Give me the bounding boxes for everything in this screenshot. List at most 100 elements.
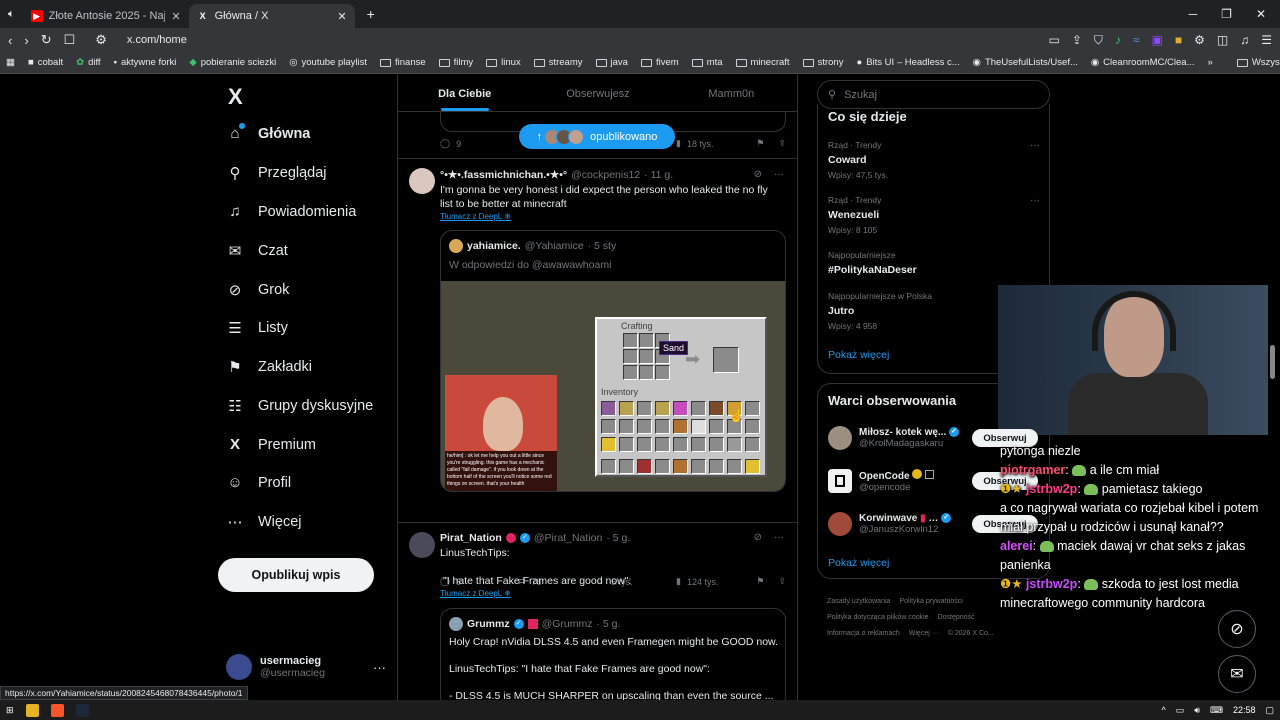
show-more-trends-link[interactable]: Pokaż więcej [828,349,889,361]
author-handle[interactable]: @cockpenis12 [571,169,640,181]
extension-twitch-icon[interactable]: ▣ [1152,33,1163,48]
new-posts-pill[interactable]: ↑ opublikowano [519,124,675,149]
more-icon[interactable]: ··· [774,169,784,180]
forward-icon[interactable]: › [24,33,28,48]
account-switcher[interactable]: usermacieg @usermacieg ··· [226,654,386,680]
bookmark-item[interactable]: ◆ pobieranie sciezki [189,57,276,68]
bookmark-folder[interactable]: streamy [533,57,583,68]
notifications-icon[interactable]: ▢ [1265,705,1274,716]
trend-item[interactable]: Najpopularniejsze #PolitykaNaDeser [828,250,1040,276]
footer-link[interactable]: Polityka dotycząca plików cookie [827,614,929,621]
tab-zlote-antosie[interactable]: ▶ Złote Antosie 2025 - Największy Ple...… [23,4,189,28]
nav-item-bookmarks[interactable]: ⚑ Zakładki [226,358,312,376]
author-handle[interactable]: @Pirat_Nation [534,532,602,544]
footer-link[interactable]: Polityka prywatności [899,598,962,605]
cast-icon[interactable]: ▭ [1049,33,1060,48]
bookmark-item[interactable]: ▪ aktywne forki [114,57,177,68]
more-icon[interactable]: ··· [774,532,784,543]
trend-item[interactable]: Rząd · Trendy Wenezueli Wpisy: 8 105 ··· [828,195,1040,235]
share-icon[interactable]: ⇪ [778,138,786,149]
close-tab-icon[interactable]: ✕ [337,10,346,23]
author-name[interactable]: °•★•.fassmichnichan.•★•° [440,169,567,181]
nav-item-home[interactable]: ⌂ Główna [226,123,310,142]
bookmark-item[interactable]: ✿ diff [76,57,100,68]
tab-following[interactable]: Obserwujesz [531,74,664,111]
extension-music-icon[interactable]: ♪ [1115,33,1121,48]
footer-link[interactable]: Informacja o reklamach [827,630,900,637]
back-icon[interactable]: ‹ [8,33,12,48]
bookmark-folder[interactable]: mta [691,57,723,68]
sidebar-toggle-icon[interactable]: ◫ [1217,33,1228,48]
network-icon[interactable]: ▭ [1176,705,1185,716]
nav-item-more[interactable]: ⋯ Więcej [226,513,302,531]
clock[interactable]: 22:58 [1233,705,1256,715]
bookmark-item[interactable]: ● Bits UI – Headless c... [856,57,959,68]
translate-link[interactable]: Tłumacz z DeepL ❄ [440,212,511,221]
avatar[interactable] [409,532,435,558]
scrollbar-thumb[interactable] [1270,345,1275,379]
bookmark-item[interactable]: ■ cobalt [28,57,63,68]
restore-icon[interactable]: ❐ [1221,7,1232,21]
reload-icon[interactable]: ↻ [41,32,52,48]
bookmark-folder[interactable]: filmy [438,57,473,68]
extension-yellow-icon[interactable]: ■ [1175,33,1182,48]
nav-item-lists[interactable]: ☰ Listy [226,319,288,337]
all-bookmarks-button[interactable]: Wszystkie zakładki [1236,57,1280,68]
show-more-suggestions-link[interactable]: Pokaż więcej [828,557,889,569]
x-logo-icon[interactable]: X [228,84,243,110]
bookmark-item[interactable]: ◉ CleanroomMC/Clea... [1091,57,1195,68]
bookmark-folder[interactable]: fivem [640,57,679,68]
tab-audio-icon[interactable]: 🔈︎ [0,8,23,21]
menu-icon[interactable]: ☰ [1261,33,1272,48]
post-time[interactable]: · 5 g. [606,532,630,544]
grok-icon[interactable]: ⊘ [754,169,762,180]
close-tab-icon[interactable]: ✕ [171,10,180,23]
nav-item-grok[interactable]: ⊘ Grok [226,281,290,299]
post[interactable]: Pirat_Nation ✓ @Pirat_Nation · 5 g. ⊘ ···… [398,522,797,700]
steam-icon[interactable] [75,703,89,717]
quoted-post[interactable]: Grummz ✓ @Grummz · 5 g. Holy Crap! nVidi… [440,608,786,700]
bookmark-page-icon[interactable]: ☐ [64,32,76,48]
bookmark-item[interactable]: ◎ youtube playlist [289,57,367,68]
brave-browser-icon[interactable] [50,703,64,717]
extensions-icon[interactable]: ⚙ [1194,33,1205,48]
bookmark-icon[interactable]: ⚑ [756,138,764,149]
views-button[interactable]: ▮ 18 tys. [676,138,754,149]
site-info-icon[interactable]: ⚙︎ [95,32,107,48]
tab-glowna-x[interactable]: X Główna / X ✕ [188,4,355,28]
nav-item-notifications[interactable]: ♫ Powiadomienia [226,203,356,220]
minimize-icon[interactable]: ─ [1189,7,1198,21]
bookmark-folder[interactable]: linux [486,57,521,68]
trend-item[interactable]: Rząd · Trendy Coward Wpisy: 47,5 tys. ··… [828,140,1040,180]
url-field[interactable]: x.com/home [127,34,187,46]
windows-start-icon[interactable]: ⊞ [6,705,14,716]
search-box[interactable]: ⚲ Szukaj [817,80,1050,109]
footer-link[interactable]: Więcej ··· [909,630,939,637]
extension-wave-icon[interactable]: ≈ [1133,33,1140,48]
shield-icon[interactable]: ⛉ [1094,33,1103,48]
close-window-icon[interactable]: ✕ [1256,7,1266,21]
bookmark-folder[interactable]: strony [802,57,843,68]
author-name[interactable]: Pirat_Nation [440,532,502,544]
bookmark-item[interactable]: ◉ TheUsefulLists/Usef... [973,57,1078,68]
tab-mamm0n[interactable]: Mamm0n [665,74,797,111]
tab-for-you[interactable]: Dla Ciebie [398,74,531,111]
translate-link[interactable]: Tłumacz z DeepL ❄ [440,589,511,598]
nav-item-explore[interactable]: ⚲ Przeglądaj [226,164,327,182]
avatar[interactable] [409,168,435,194]
new-tab-button[interactable]: + [355,6,387,22]
share-icon[interactable]: ⇪ [1072,33,1082,48]
more-icon[interactable]: ··· [1030,140,1040,151]
post-time[interactable]: · 11 g. [644,169,673,181]
bookmarks-overflow-icon[interactable]: » [1208,57,1213,68]
footer-link[interactable]: Dostępność [938,614,975,621]
messages-fab-button[interactable]: ✉ [1218,655,1256,693]
quoted-post[interactable]: yahiamice. @Yahiamice · 5 sty W odpowied… [440,230,786,492]
quote-media-image[interactable]: Crafting ➡ Inventory Sand he/him] : ok l… [441,281,785,491]
reply-button[interactable]: ◯ 9 [440,138,518,149]
bookmark-folder[interactable]: java [595,57,628,68]
grok-icon[interactable]: ⊘ [754,532,762,543]
nav-item-communities[interactable]: ☷ Grupy dyskusyjne [226,397,373,415]
nav-item-chat[interactable]: ✉ Czat [226,242,288,260]
nav-item-profile[interactable]: ☺ Profil [226,474,291,491]
